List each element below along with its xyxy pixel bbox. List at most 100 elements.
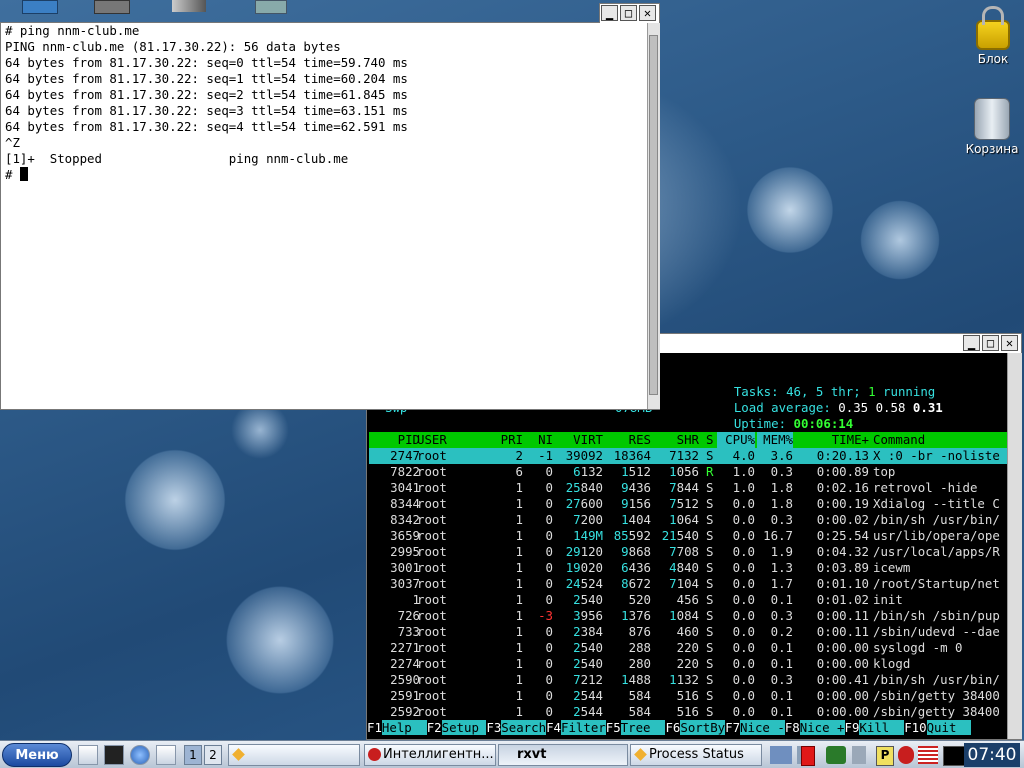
cell-cmd: top: [873, 464, 896, 479]
table-row[interactable]: 3001 root 1 0 19020 6436 4840 S 0.0 1.3 0:03.89 ice…: [369, 560, 1007, 576]
fkey-f10[interactable]: F10Quit: [904, 720, 972, 736]
desktop-icon-trash[interactable]: Корзина: [962, 98, 1022, 156]
cell-ni: 0: [545, 656, 553, 671]
table-row[interactable]: 3041 root 1 0 25840 9436 7844 S 1.0 1.8 0:02.16 ret…: [369, 480, 1007, 496]
terminal-window[interactable]: ▁ □ ✕ # ping nnm-club.me PING nnm-club.m…: [0, 3, 660, 410]
fkey-f5[interactable]: F5Tree: [606, 720, 666, 736]
network-monitor-icon[interactable]: [770, 746, 792, 764]
column-header-pid[interactable]: PID: [369, 432, 420, 448]
cell-time: 0:00.00: [816, 704, 869, 719]
task-button-opera[interactable]: Интеллигентн...: [364, 744, 496, 766]
fkey-f7[interactable]: F7Nice -: [725, 720, 785, 736]
task-button-dialog[interactable]: [228, 744, 360, 766]
scrollbar-thumb[interactable]: [649, 35, 658, 395]
column-header-cpu[interactable]: CPU%: [717, 432, 755, 448]
cell-mem: 0.3: [770, 608, 793, 623]
cell-time: 0:25.54: [816, 528, 869, 543]
column-header-time[interactable]: TIME+: [797, 432, 869, 448]
quicklaunch-browser-icon[interactable]: [130, 745, 150, 765]
table-row[interactable]: 7822 root 6 0 6132 1512 1056 R 1.0 0.3 0:00.89 top: [369, 464, 1007, 480]
table-row[interactable]: 2592 root 1 0 2544 584 516 S 0.0 0.1 0:00.00/sbin/…: [369, 704, 1007, 720]
fkey-f8[interactable]: F8Nice +: [785, 720, 845, 736]
quicklaunch-desktop-icon[interactable]: [78, 745, 98, 765]
maximize-button[interactable]: □: [982, 335, 999, 351]
column-header-command[interactable]: Command: [873, 432, 1007, 448]
quicklaunch-files-icon[interactable]: [156, 745, 176, 765]
task-button-process-status[interactable]: Process Status: [630, 744, 762, 766]
cell-pid: 2590: [390, 672, 420, 687]
htop-window[interactable]: ▁ □ ✕ Tasks: 46, 5 thr; 1 running Load a…: [366, 333, 1022, 740]
htop-column-header[interactable]: PID USER PRI NI VIRT RES SHR S CPU% MEM% TIME+ Comm…: [369, 432, 1007, 448]
htop-scrollbar[interactable]: [1007, 353, 1022, 739]
flag-us-icon[interactable]: [918, 746, 938, 764]
column-header-s[interactable]: S: [706, 432, 716, 448]
column-header-user[interactable]: USER: [417, 432, 477, 448]
task-button-rxvt[interactable]: rxvt: [498, 744, 628, 766]
column-header-res[interactable]: RES: [605, 432, 651, 448]
table-row[interactable]: 8344 root 1 0 27600 9156 7512 S 0.0 1.8 0:00.19 Xdi…: [369, 496, 1007, 512]
opera-tray-icon[interactable]: [898, 746, 914, 764]
table-row[interactable]: 2274 root 1 0 2540 280 220 S 0.0 0.1 0:00.00 klogd: [369, 656, 1007, 672]
column-header-pri[interactable]: PRI: [481, 432, 523, 448]
cell-virt: 2540: [573, 640, 603, 655]
cell-cpu: 0.0: [732, 528, 755, 543]
parking-icon[interactable]: P: [876, 746, 894, 766]
start-menu-button[interactable]: Меню: [2, 743, 72, 767]
table-row[interactable]: 2591 root 1 0 2544 584 516 S 0.0 0.1 0:00.00/sbin/…: [369, 688, 1007, 704]
table-row[interactable]: 733 root 1 0 2384 876 460 S 0.0 0.2 0:00.11/sbin/u…: [369, 624, 1007, 640]
cell-shr: 7104: [669, 576, 699, 591]
cell-mem: 0.1: [770, 688, 793, 703]
desktop-icon-setup[interactable]: [172, 0, 206, 12]
table-row[interactable]: 8342 root 1 0 7200 1404 1064 S 0.0 0.3 0:00.02/bin…: [369, 512, 1007, 528]
cell-shr: 220: [676, 640, 699, 655]
terminal-output[interactable]: # ping nnm-club.me PING nnm-club.me (81.…: [5, 23, 408, 183]
terminal-scrollbar[interactable]: [647, 23, 660, 409]
cell-pid: 3001: [390, 560, 420, 575]
battery-icon[interactable]: [801, 746, 815, 766]
fkey-f3[interactable]: F3Search: [486, 720, 547, 736]
table-row[interactable]: 1 root 1 0 2540 520 456 S 0.0 0.1 0:01.02 init: [369, 592, 1007, 608]
table-row[interactable]: 2747 root 2 -1 39092 18364 7132 S 4.0 3.6 0:20.13 X…: [369, 448, 1007, 464]
fkey-f9[interactable]: F9Kill: [845, 720, 905, 736]
desktop-icon-computer[interactable]: [22, 0, 58, 14]
cell-res: 584: [628, 688, 651, 703]
fkey-f1[interactable]: F1Help: [367, 720, 427, 736]
minimize-button[interactable]: ▁: [601, 5, 618, 21]
close-button[interactable]: ✕: [1001, 335, 1018, 351]
cell-time: 0:20.13: [816, 448, 869, 463]
maximize-button[interactable]: □: [620, 5, 637, 21]
workspace-1-button[interactable]: 1: [184, 745, 202, 765]
column-header-ni[interactable]: NI: [525, 432, 553, 448]
fkey-f2[interactable]: F2Setup: [427, 720, 487, 736]
cpu-monitor-icon[interactable]: [943, 746, 965, 766]
taskbar: Меню 1 2 Интеллигентн... rxvt Process St…: [0, 740, 1024, 768]
quicklaunch-terminal-icon[interactable]: [104, 745, 124, 765]
table-row[interactable]: 3037 root 1 0 24524 8672 7104 S 0.0 1.7 0:01.10/ro…: [369, 576, 1007, 592]
table-row[interactable]: 2995 root 1 0 29120 9868 7708 S 0.0 1.9 0:04.32/us…: [369, 544, 1007, 560]
cell-pid: 726: [397, 608, 420, 623]
volume-icon[interactable]: [852, 746, 866, 764]
column-header-mem[interactable]: MEM%: [757, 432, 793, 448]
table-row[interactable]: 2590 root 1 0 7212 1488 1132 S 0.0 0.3 0:00.41/bin…: [369, 672, 1007, 688]
desktop-icon-drive[interactable]: [94, 0, 130, 14]
cell-time: 0:00.02: [816, 512, 869, 527]
fkey-f4[interactable]: F4Filter: [546, 720, 606, 736]
minimize-button[interactable]: ▁: [963, 335, 980, 351]
desktop-icon-connect[interactable]: [255, 0, 287, 14]
table-row[interactable]: 3659 root 1 0 149M 85592 21540 S 0.0 16.7 0:25.54 u…: [369, 528, 1007, 544]
cell-time: 0:00.00: [816, 688, 869, 703]
column-header-virt[interactable]: VIRT: [555, 432, 603, 448]
trash-icon: [974, 98, 1010, 140]
cell-res: 1512: [621, 464, 651, 479]
close-button[interactable]: ✕: [639, 5, 656, 21]
network-icon[interactable]: [826, 746, 846, 764]
table-row[interactable]: 2271 root 1 0 2540 288 220 S 0.0 0.1 0:00.00 syslog…: [369, 640, 1007, 656]
clock[interactable]: 07:40: [964, 743, 1020, 767]
table-row[interactable]: 726 root 1 -3 3956 1376 1084 S 0.0 0.3 0:00.11/bin…: [369, 608, 1007, 624]
column-header-shr[interactable]: SHR: [653, 432, 699, 448]
htop-function-keys[interactable]: F1Help F2Setup F3SearchF4FilterF5Tree F6…: [367, 720, 972, 736]
workspace-2-button[interactable]: 2: [204, 745, 222, 765]
fkey-f6[interactable]: F6SortBy: [665, 720, 726, 736]
desktop-icon-lock[interactable]: Блок: [963, 4, 1023, 66]
cell-cmd: retrovol -hide: [873, 480, 978, 495]
